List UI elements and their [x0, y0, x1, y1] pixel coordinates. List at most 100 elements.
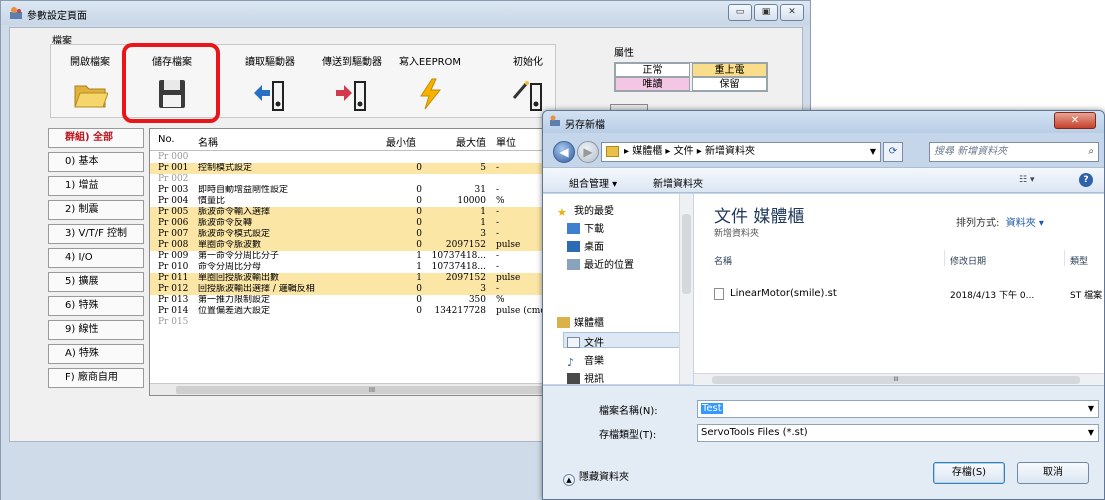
table-row[interactable]: Pr 004 慣量比 0 10000%	[150, 196, 568, 207]
file-list-horizontal-scrollbar[interactable]: III	[694, 373, 1104, 385]
table-row[interactable]: Pr 001 控制模式設定 0 5-	[150, 163, 568, 174]
chevron-down-icon[interactable]: ▼	[1088, 401, 1094, 417]
chevron-down-icon[interactable]: ▼	[1088, 425, 1094, 441]
maximize-button[interactable]: ▣	[754, 4, 778, 21]
table-row[interactable]: Pr 012 回授脈波輸出選擇 / 邏輯反相 0 3-	[150, 284, 568, 295]
nav-libraries[interactable]: 媒體櫃	[557, 314, 604, 329]
cell-name: 回授脈波輸出選擇 / 邏輯反相	[198, 284, 315, 294]
group-item[interactable]: 群組) 全部	[48, 128, 144, 148]
legend-reserved: 保留	[692, 77, 767, 91]
col-max[interactable]: 最大值	[456, 134, 486, 149]
table-row[interactable]: Pr 010 命令分周比分母 1 10737418... -	[150, 262, 568, 273]
group-item[interactable]: 2) 制震	[48, 200, 144, 220]
table-row[interactable]: Pr 009 第一命令分周比分子 1 10737418... -	[150, 251, 568, 262]
hide-folders-toggle[interactable]: ▲ 隱藏資料夾	[563, 468, 629, 486]
scroll-thumb[interactable]: III	[712, 376, 1080, 384]
view-menu[interactable]: ☷ ▾	[1019, 175, 1034, 185]
send-to-drive-button[interactable]: 傳送到驅動器	[312, 46, 392, 122]
read-drive-button[interactable]: 讀取驅動器	[230, 46, 310, 122]
table-row[interactable]: Pr 005 脈波命令輸入選擇 0 1-	[150, 207, 568, 218]
cell-min: 1	[416, 262, 422, 272]
group-item[interactable]: 4) I/O	[48, 248, 144, 268]
arrange-by[interactable]: 排列方式: 資料夾 ▾	[956, 214, 1044, 229]
filetype-select[interactable]: ServoTools Files (*.st) ▼	[697, 424, 1099, 442]
help-icon[interactable]: ?	[1079, 173, 1093, 187]
table-row[interactable]: Pr 002	[150, 174, 568, 185]
file-row[interactable]: LinearMotor(smile).st 2018/4/13 下午 0... ST…	[714, 286, 1104, 302]
table-row[interactable]: Pr 013 第一推力限制設定 0 350%	[150, 295, 568, 306]
table-row[interactable]: Pr 014 位置偏差過大設定 0 134217728 pulse (cmd	[150, 306, 568, 317]
col-name-header[interactable]: 名稱	[714, 254, 732, 267]
table-row[interactable]: Pr 008 單圈命令脈波數 0 2097152 pulse	[150, 240, 568, 251]
col-date-header[interactable]: 修改日期	[950, 254, 986, 267]
filename-input[interactable]: Test ▼	[697, 400, 1099, 418]
nav-downloads[interactable]: 下載	[567, 220, 604, 235]
nav-music-label: 音樂	[584, 356, 604, 367]
group-item[interactable]: 5) 擴展	[48, 272, 144, 292]
table-row[interactable]: Pr 003 即時自動增益剛性設定 0 31-	[150, 185, 568, 196]
open-file-button[interactable]: 開啟檔案	[50, 46, 130, 122]
dialog-close-button[interactable]: ✕	[1054, 112, 1096, 129]
refresh-button[interactable]: ⟳	[883, 142, 903, 162]
nav-favorites[interactable]: ★ 我的最愛	[557, 202, 614, 219]
search-input[interactable]: 搜尋 新增資料夾 ⌕	[929, 142, 1099, 162]
cell-name: 脈波命令輸入選擇	[198, 207, 271, 217]
col-unit[interactable]: 單位	[496, 134, 516, 149]
cell-max: 31	[474, 185, 486, 195]
table-row[interactable]: Pr 000	[150, 152, 568, 163]
app-icon	[10, 7, 22, 19]
group-item[interactable]: F) 廠商自用	[48, 368, 144, 388]
search-icon[interactable]: ⌕	[1088, 143, 1094, 161]
group-item[interactable]: 0) 基本	[48, 152, 144, 172]
filetype-label: 存檔類型(T):	[599, 430, 657, 441]
col-no[interactable]: No.	[158, 134, 175, 145]
table-row[interactable]: Pr 015	[150, 317, 568, 328]
col-min[interactable]: 最小值	[386, 134, 416, 149]
group-item[interactable]: A) 特殊	[48, 344, 144, 364]
cancel-button[interactable]: 取消	[1017, 462, 1089, 484]
nav-documents-label: 文件	[584, 338, 604, 349]
nav-videos[interactable]: 視訊	[567, 370, 604, 385]
table-horizontal-scrollbar[interactable]: III	[150, 383, 568, 395]
back-button[interactable]: ◀	[553, 141, 575, 163]
cell-name: 單圈命令脈波數	[198, 240, 262, 250]
nav-music[interactable]: ♪ 音樂	[567, 352, 604, 369]
cell-name: 第一命令分周比分子	[198, 251, 280, 261]
close-button[interactable]: ✕	[780, 4, 804, 21]
breadcrumb: ▸ 媒體櫃 ▸ 文件 ▸ 新增資料夾	[624, 146, 755, 157]
cell-max: 10000	[457, 196, 486, 206]
nav-desktop[interactable]: 桌面	[567, 238, 604, 253]
group-item[interactable]: 3) V/T/F 控制	[48, 224, 144, 244]
minimize-button[interactable]: ▭	[728, 4, 752, 21]
navigation-scrollbar[interactable]	[679, 194, 693, 384]
group-item[interactable]: 1) 增益	[48, 176, 144, 196]
cell-no: Pr 001	[158, 163, 189, 173]
group-item[interactable]: 9) 線性	[48, 320, 144, 340]
chevron-down-icon[interactable]: ▼	[870, 143, 876, 161]
write-eeprom-button[interactable]: 寫入EEPROM	[390, 46, 470, 122]
table-row[interactable]: Pr 006 脈波命令反轉 0 1-	[150, 218, 568, 229]
save-form: 檔案名稱(N): Test ▼ 存檔類型(T): ServoTools File…	[543, 385, 1104, 499]
save-highlight-frame	[122, 43, 220, 123]
group-item[interactable]: 6) 特殊	[48, 296, 144, 316]
new-folder-button[interactable]: 新增資料夾	[653, 175, 703, 190]
nav-recent[interactable]: 最近的位置	[567, 256, 634, 271]
scroll-thumb[interactable]	[682, 214, 691, 294]
table-row[interactable]: Pr 011 單圈回授脈波輸出數 1 2097152 pulse	[150, 273, 568, 284]
save-button[interactable]: 存檔(S)	[933, 462, 1005, 484]
library-subtitle[interactable]: 新增資料夾	[714, 226, 759, 239]
write-eeprom-label: 寫入EEPROM	[398, 57, 462, 68]
table-row[interactable]: Pr 007 脈波命令模式設定 0 3-	[150, 229, 568, 240]
cell-name: 即時自動增益剛性設定	[198, 185, 289, 195]
nav-documents[interactable]: 文件	[567, 334, 604, 349]
col-type-header[interactable]: 類型	[1070, 254, 1088, 267]
organize-menu[interactable]: 組合管理 ▾	[569, 175, 617, 190]
document-icon	[567, 337, 580, 348]
cell-max: 5	[480, 163, 486, 173]
address-bar[interactable]: ▸ 媒體櫃 ▸ 文件 ▸ 新增資料夾 ▼	[601, 142, 881, 162]
forward-button[interactable]: ▶	[577, 141, 599, 163]
cell-no: Pr 002	[158, 174, 189, 184]
file-date: 2018/4/13 下午 0...	[950, 291, 1035, 301]
scroll-thumb[interactable]: III	[176, 386, 568, 394]
col-name[interactable]: 名稱	[198, 134, 218, 149]
